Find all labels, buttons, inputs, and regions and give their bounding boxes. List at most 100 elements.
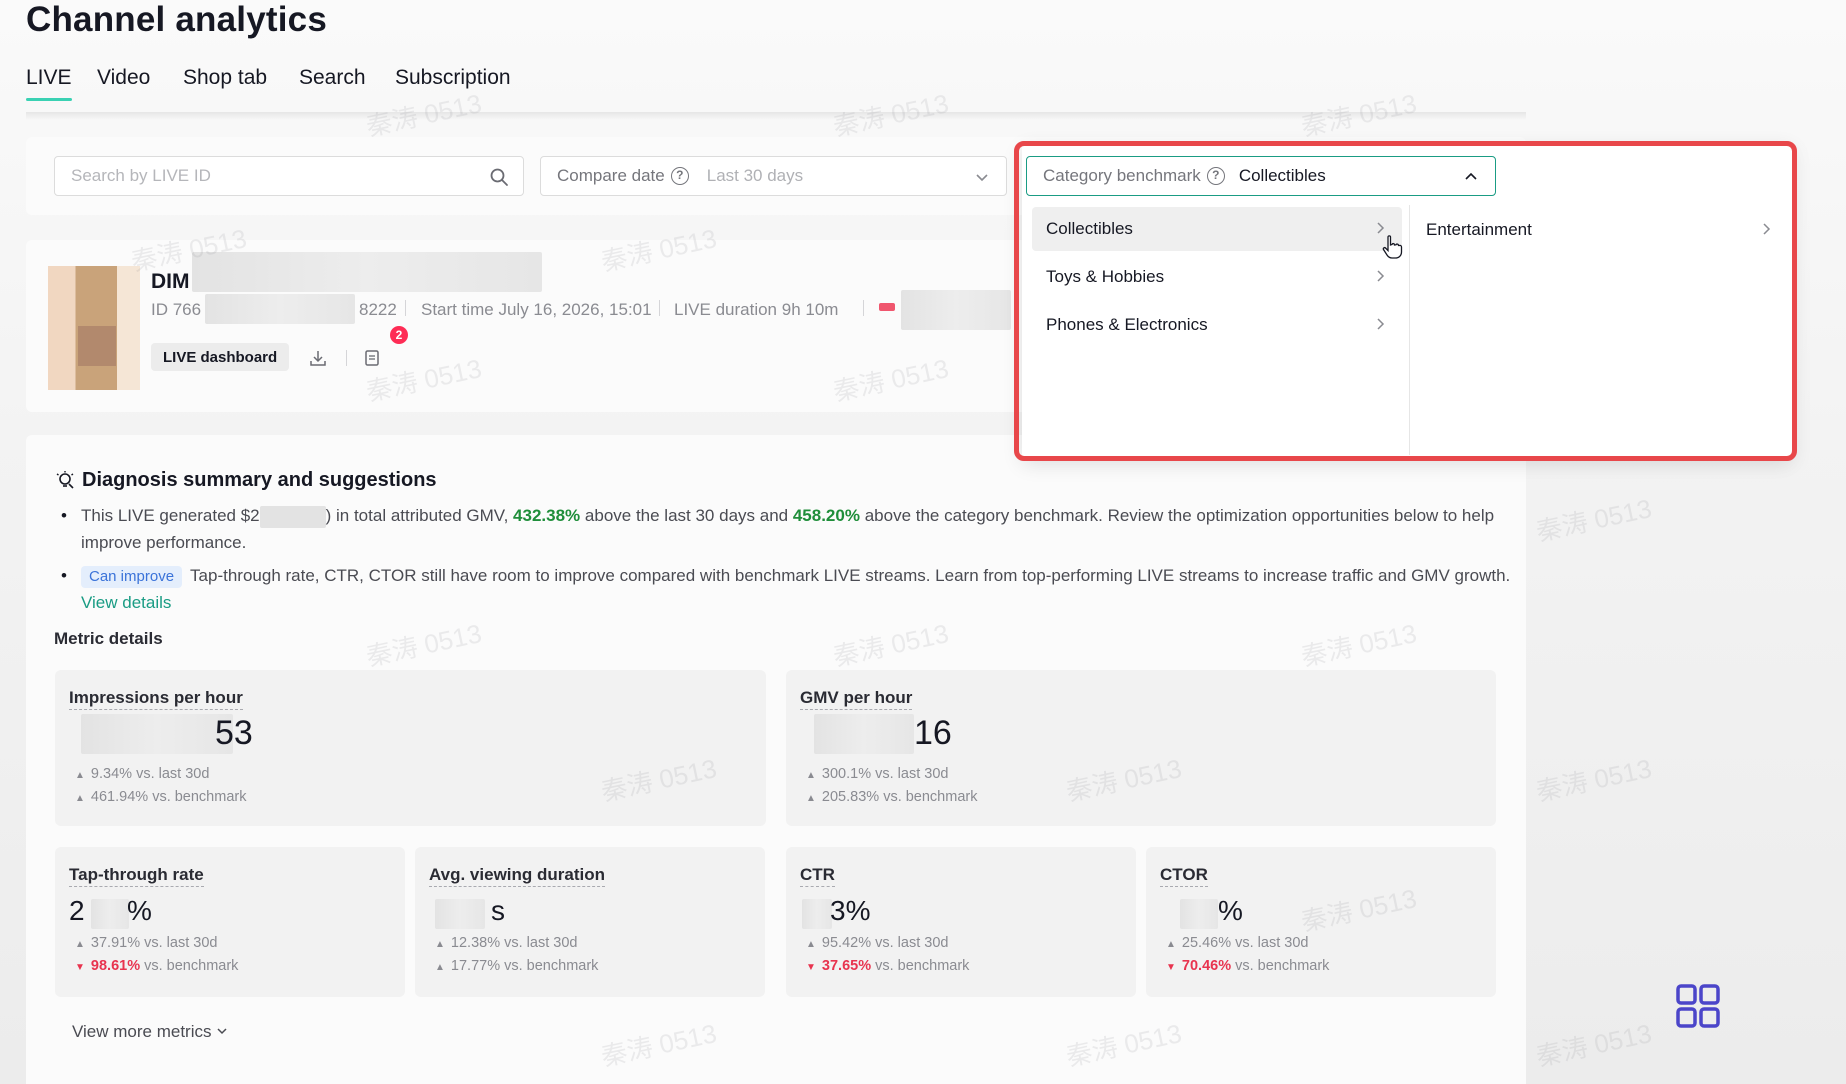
metric-tap-through[interactable]: Tap-through rate 2 % ▲ 37.91% vs. last 30… — [55, 847, 405, 997]
option-label: Phones & Electronics — [1046, 315, 1208, 334]
diagnosis-title-text: Diagnosis summary and suggestions — [82, 469, 437, 491]
tab-live[interactable]: LIVE — [26, 66, 72, 101]
live-id-suffix: 8222 — [359, 300, 397, 319]
tab-subscription[interactable]: Subscription — [395, 66, 511, 90]
can-improve-tag: Can improve — [81, 566, 183, 588]
category-benchmark-select[interactable]: Category benchmark ? Collectibles — [1026, 156, 1496, 196]
help-icon[interactable]: ? — [1206, 167, 1225, 185]
option-label: Entertainment — [1426, 220, 1532, 239]
gmv-text-1: This LIVE generated $2 — [81, 506, 260, 525]
delta-benchmark: 98.61% — [90, 958, 141, 974]
live-id-prefix: ID 766 — [151, 300, 202, 319]
metric-value: s — [491, 895, 505, 926]
tab-video[interactable]: Video — [97, 66, 150, 90]
live-thumbnail[interactable] — [48, 266, 140, 390]
divider — [405, 300, 406, 316]
up-arrow-icon: ▲ — [435, 939, 445, 950]
gmv-text-3: above the last 30 days and — [584, 506, 789, 525]
delta-label: vs. last 30d — [136, 766, 210, 782]
up-arrow-icon: ▲ — [806, 770, 816, 781]
help-icon[interactable]: ? — [670, 167, 689, 185]
category-option-phones-electronics[interactable]: Phones & Electronics — [1032, 303, 1402, 347]
metric-impressions[interactable]: Impressions per hour 53 ▲ 9.34% vs. last … — [55, 670, 766, 826]
notification-badge: 2 — [390, 326, 408, 344]
metric-ctor[interactable]: CTOR % ▲ 25.46% vs. last 30d ▼ 70.46% vs. … — [1146, 847, 1496, 997]
delta-last30: 37.91% — [90, 935, 141, 951]
view-more-metrics-button[interactable]: View more metrics — [72, 1022, 228, 1042]
download-icon[interactable] — [309, 349, 327, 367]
bulb-icon — [56, 470, 74, 489]
delta-label: vs. benchmark — [1235, 958, 1330, 974]
live-dashboard-button[interactable]: LIVE dashboard — [151, 343, 290, 371]
redacted-value — [814, 714, 914, 754]
delta-last30: 300.1% — [821, 766, 872, 782]
delta-label: vs. benchmark — [152, 789, 247, 805]
up-arrow-icon: ▲ — [75, 793, 85, 804]
metric-gmv[interactable]: GMV per hour 16 ▲ 300.1% vs. last 30d ▲ 20… — [786, 670, 1496, 826]
tabs-divider — [26, 112, 1526, 120]
metric-title: CTOR — [1160, 865, 1208, 887]
hand-cursor-icon — [1382, 235, 1403, 259]
metric-ctr[interactable]: CTR 3% ▲ 95.42% vs. last 30d ▼ 37.65% vs. … — [786, 847, 1136, 997]
diagnosis-title: Diagnosis summary and suggestions — [54, 469, 437, 492]
notes-icon[interactable] — [363, 349, 381, 367]
live-start-time: Start time July 16, 2026, 15:01 — [421, 300, 652, 319]
down-arrow-icon: ▼ — [75, 962, 85, 973]
tab-search[interactable]: Search — [299, 66, 366, 90]
gmv-pct-last30: 432.38% — [513, 506, 581, 525]
chevron-down-icon — [976, 174, 988, 182]
redacted-value — [1180, 899, 1218, 929]
metric-title: GMV per hour — [800, 688, 913, 710]
chevron-right-icon — [1763, 223, 1771, 235]
compare-date-select[interactable]: Compare date ? Last 30 days — [540, 156, 1007, 196]
delta-label: vs. last 30d — [144, 935, 218, 951]
apps-grid-icon[interactable] — [1676, 984, 1720, 1028]
tab-shop[interactable]: Shop tab — [183, 66, 267, 90]
option-label: Toys & Hobbies — [1046, 267, 1165, 286]
diagnosis-bullet-gmv: This LIVE generated $2) in total attribu… — [61, 502, 1521, 556]
delta-last30: 95.42% — [821, 935, 872, 951]
improve-text: Tap-through rate, CTR, CTOR still have r… — [190, 566, 1511, 585]
metric-title: Avg. viewing duration — [429, 865, 605, 887]
metric-avg-viewing[interactable]: Avg. viewing duration s ▲ 12.38% vs. last… — [415, 847, 765, 997]
delta-label: vs. last 30d — [875, 935, 949, 951]
category-option-entertainment[interactable]: Entertainment — [1412, 208, 1780, 252]
delta-label: vs. benchmark — [144, 958, 239, 974]
redacted-info — [901, 290, 1011, 330]
diagnosis-bullet-improve: Can improve Tap-through rate, CTR, CTOR s… — [61, 562, 1521, 616]
metric-details-label: Metric details — [54, 629, 163, 648]
metric-title: CTR — [800, 865, 835, 887]
up-arrow-icon: ▲ — [806, 939, 816, 950]
search-input[interactable]: Search by LIVE ID — [54, 156, 524, 196]
metric-value: 16 — [914, 714, 952, 752]
delta-last30: 12.38% — [450, 935, 501, 951]
redacted-name — [192, 252, 542, 292]
metric-value-prefix: 2 — [69, 895, 85, 926]
up-arrow-icon: ▲ — [75, 939, 85, 950]
gmv-pct-benchmark: 458.20% — [792, 506, 860, 525]
view-details-link[interactable]: View details — [81, 593, 171, 612]
metric-title: Tap-through rate — [69, 865, 204, 887]
chevron-right-icon — [1377, 270, 1385, 282]
live-name: DIM — [151, 270, 190, 293]
compare-date-value: Last 30 days — [706, 166, 804, 185]
search-icon[interactable] — [489, 167, 509, 187]
category-option-toys-hobbies[interactable]: Toys & Hobbies — [1032, 255, 1402, 299]
down-arrow-icon: ▼ — [1166, 962, 1176, 973]
up-arrow-icon: ▲ — [1166, 939, 1176, 950]
category-option-collectibles[interactable]: Collectibles — [1032, 207, 1402, 251]
benchmark-label: Category benchmark — [1043, 166, 1201, 185]
down-arrow-icon: ▼ — [806, 962, 816, 973]
delta-label: vs. last 30d — [875, 766, 949, 782]
category-level1-list: Collectibles Toys & Hobbies Phones & Ele… — [1026, 205, 1410, 455]
compare-date-label: Compare date — [557, 166, 665, 185]
chevron-right-icon — [1377, 318, 1385, 330]
delta-benchmark: 37.65% — [821, 958, 872, 974]
chevron-up-icon — [1465, 172, 1477, 180]
redacted-value — [91, 899, 129, 929]
watermark: 秦涛 0513 — [1533, 493, 1655, 547]
delta-last30: 25.46% — [1181, 935, 1232, 951]
up-arrow-icon: ▲ — [806, 793, 816, 804]
metric-value: 53 — [215, 714, 253, 752]
redacted-value — [81, 714, 233, 754]
